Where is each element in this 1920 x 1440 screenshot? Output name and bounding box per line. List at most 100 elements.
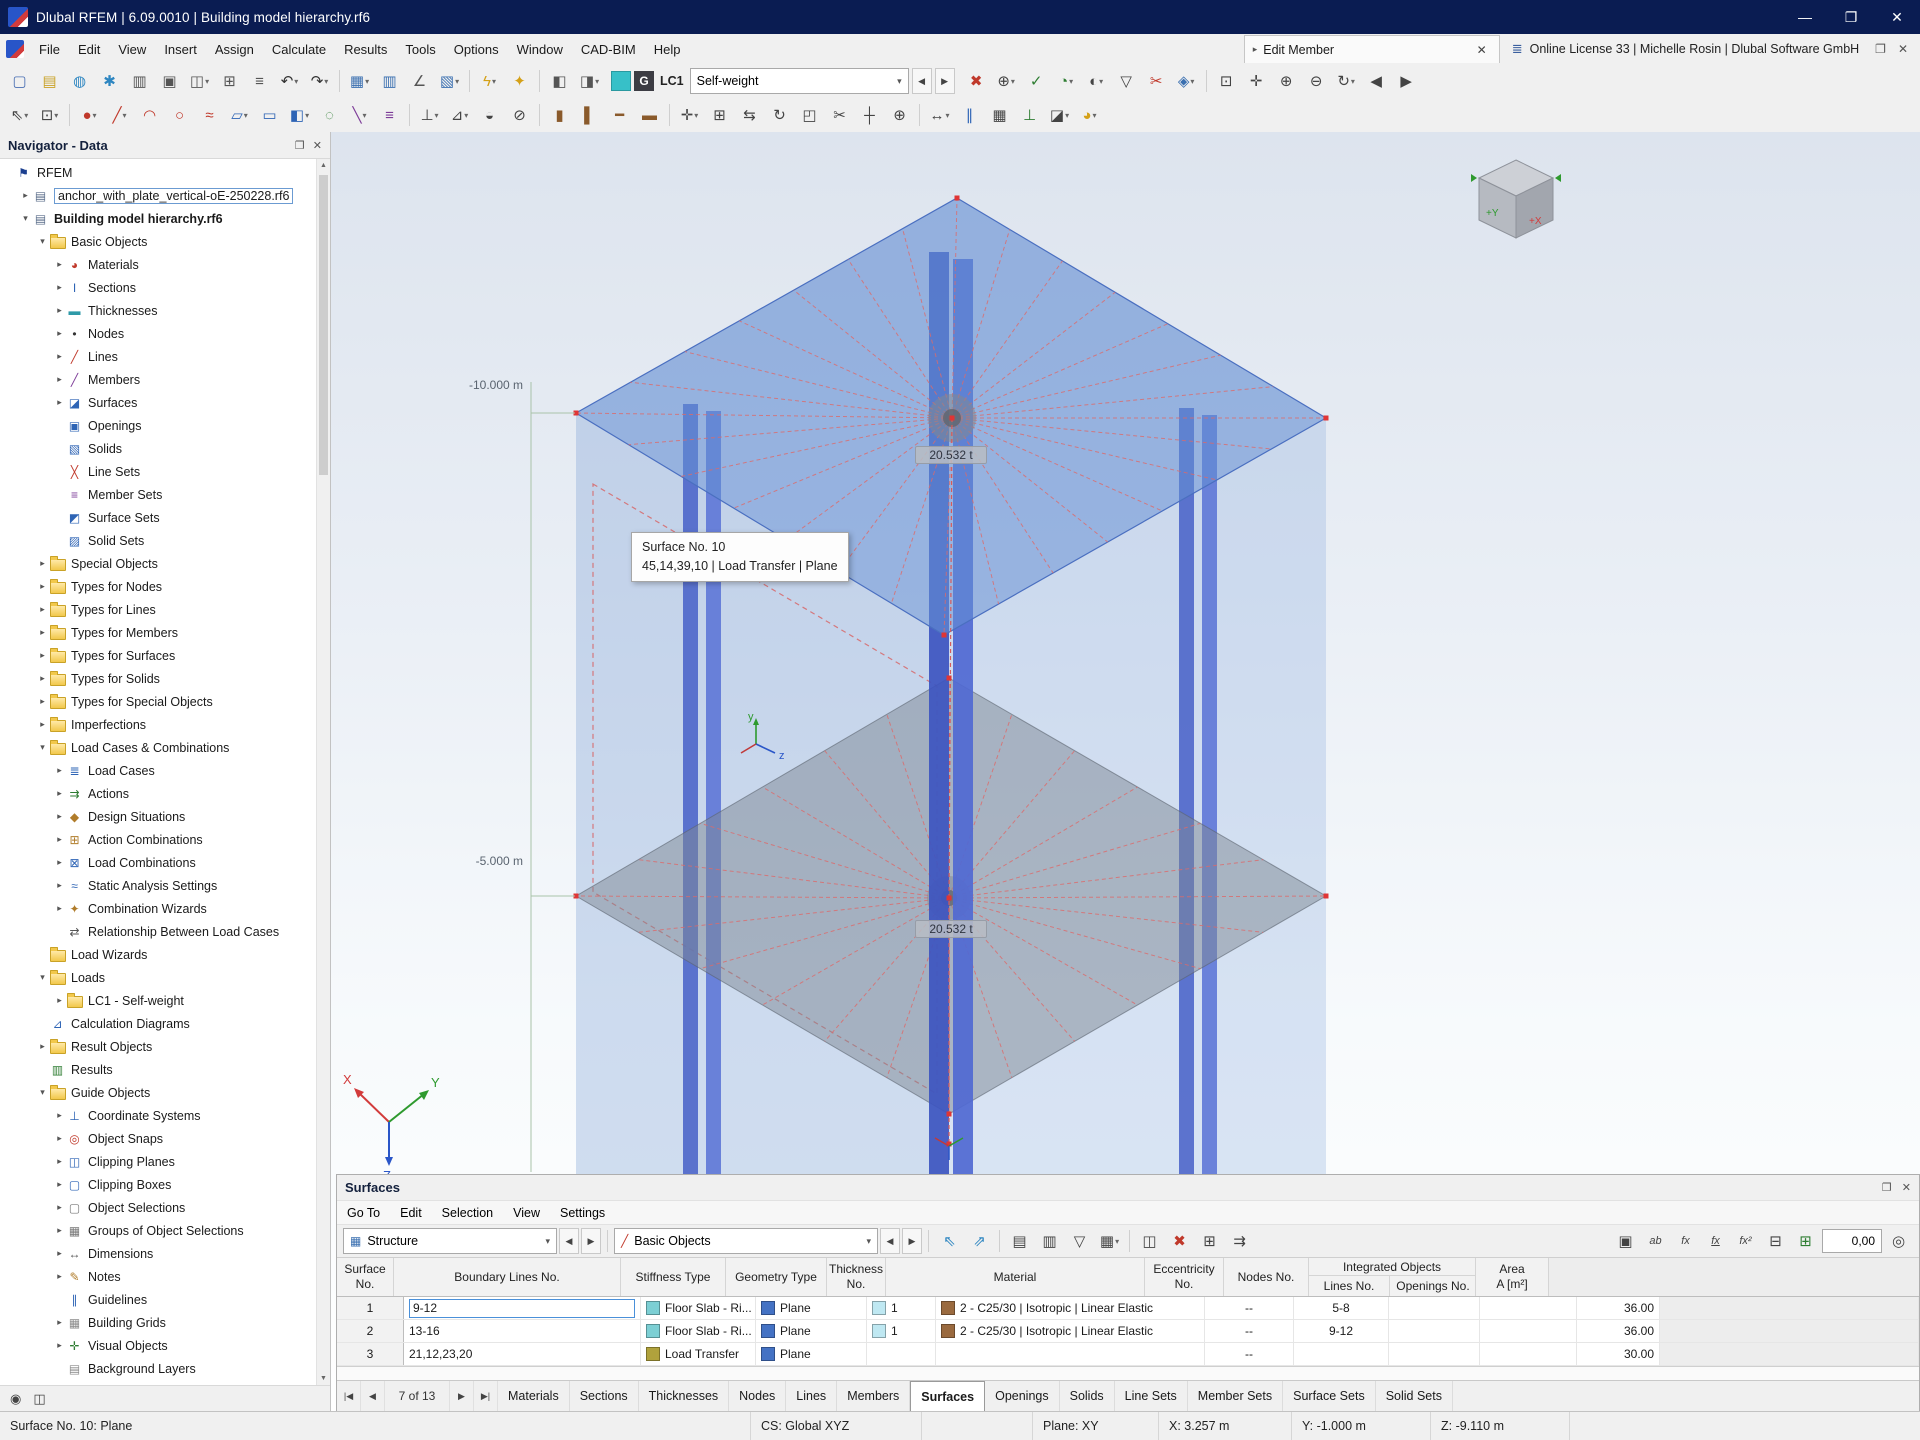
navigation-cube[interactable]: +Y +X [1471,160,1561,238]
select-special-icon[interactable]: ⊡▾ [35,102,64,128]
mirror-icon[interactable]: ⇆ [735,102,764,128]
minimize-button[interactable]: — [1782,0,1828,34]
menu-options[interactable]: Options [445,34,508,64]
cell-thickness-no[interactable] [867,1343,936,1365]
menu-window[interactable]: Window [508,34,572,64]
collapse-arrow-icon[interactable]: ▾ [36,972,49,983]
scroll-up-icon[interactable]: ▲ [317,159,330,172]
find-object-icon[interactable]: ◎ [1884,1228,1913,1254]
float-table-icon[interactable]: ❐ [1882,1181,1892,1194]
expand-arrow-icon[interactable]: ▸ [53,880,66,891]
tree-item-object-selections[interactable]: ▸▢Object Selections [0,1196,330,1219]
fx-edit-icon[interactable]: fx [1701,1228,1730,1254]
tree-item-groups-of-object-selections[interactable]: ▸▦Groups of Object Selections [0,1219,330,1242]
menu-cad-bim[interactable]: CAD-BIM [572,34,645,64]
expand-arrow-icon[interactable]: ▸ [53,1156,66,1167]
boundary-lines-editor[interactable]: 9-12 [409,1299,635,1318]
open-model-icon[interactable]: ▤ [35,68,64,94]
grid-icon[interactable]: ▦ [985,102,1014,128]
expand-arrow-icon[interactable]: ▸ [19,190,32,201]
clipping-scissors-icon[interactable]: ✂ [1142,68,1171,94]
new-wall-icon[interactable]: ▮ [545,102,574,128]
close-navigator-icon[interactable]: ✕ [313,139,322,152]
tree-item-results[interactable]: ▥Results [0,1058,330,1081]
guideline-icon[interactable]: ∥ [955,102,984,128]
expand-arrow-icon[interactable]: ▸ [53,282,66,293]
table-grid-icon[interactable]: ⊟ [1761,1228,1790,1254]
col-openings-no[interactable]: Openings No. [1390,1276,1476,1296]
new-spline-icon[interactable]: ≈ [195,102,224,128]
next-record-icon[interactable]: ▶ [450,1381,474,1411]
split-window-icon[interactable]: ◧ [545,68,574,94]
expand-arrow-icon[interactable]: ▸ [53,259,66,270]
line-support-icon[interactable]: ⊿▾ [445,102,474,128]
tree-item-combination-wizards[interactable]: ▸✦Combination Wizards [0,897,330,920]
clipboard-icon[interactable]: ⊞ [215,68,244,94]
table-menu-selection[interactable]: Selection [432,1201,503,1224]
next-view-icon[interactable]: ▶ [1392,68,1421,94]
expand-arrow-icon[interactable]: ▸ [53,811,66,822]
cell-stiffness-type[interactable]: Load Transfer [641,1343,756,1365]
tree-item-types-for-special-objects[interactable]: ▸Types for Special Objects [0,690,330,713]
rotate-view-icon[interactable]: ↻▾ [1332,68,1361,94]
last-record-icon[interactable]: ▶| [474,1381,498,1411]
tree-item-types-for-nodes[interactable]: ▸Types for Nodes [0,575,330,598]
save-icon[interactable]: ▣ [155,68,184,94]
expand-arrow-icon[interactable]: ▸ [53,995,66,1006]
expand-arrow-icon[interactable]: ▸ [53,1202,66,1213]
pan-icon[interactable]: ✛ [1242,68,1271,94]
menu-calculate[interactable]: Calculate [263,34,335,64]
menu-view[interactable]: View [109,34,155,64]
table-filter-icon[interactable]: ▽ [1065,1228,1094,1254]
next-load-case-button[interactable]: ▶ [935,68,955,94]
cell-lines-no[interactable] [1389,1297,1480,1319]
cell-boundary-lines[interactable]: 21,12,23,20 [404,1343,641,1365]
new-line-icon[interactable]: ╱▾ [105,102,134,128]
previous-table-button[interactable]: ◀ [559,1228,579,1254]
cell-thickness-no[interactable]: 1 [867,1320,936,1342]
tree-item-notes[interactable]: ▸✎Notes [0,1265,330,1288]
cell-nodes-no[interactable] [1294,1343,1389,1365]
new-circle-icon[interactable]: ○ [165,102,194,128]
expand-arrow-icon[interactable]: ▸ [53,1179,66,1190]
previous-view-icon[interactable]: ◀ [1362,68,1391,94]
scrollbar-thumb[interactable] [319,175,328,475]
cell-thickness-no[interactable]: 1 [867,1297,936,1319]
rotate-icon[interactable]: ↻ [765,102,794,128]
tab-surfaces[interactable]: Surfaces [910,1381,985,1412]
tree-item-load-cases[interactable]: ▸≣Load Cases [0,759,330,782]
display-toggle-icon[interactable]: ▣ [1611,1228,1640,1254]
float-panel-icon[interactable]: ❐ [295,139,305,152]
surface-row-2[interactable]: 213-16Floor Slab - Ri...Plane12 - C25/30… [337,1320,1919,1343]
tree-item-load-combinations[interactable]: ▸⊠Load Combinations [0,851,330,874]
tree-item-load-wizards[interactable]: Load Wizards [0,943,330,966]
tree-item-types-for-surfaces[interactable]: ▸Types for Surfaces [0,644,330,667]
tree-item-design-situations[interactable]: ▸◆Design Situations [0,805,330,828]
cell-eccentricity[interactable]: -- [1205,1343,1294,1365]
fx-formula-icon[interactable]: fx [1671,1228,1700,1254]
tab-sections[interactable]: Sections [570,1381,639,1411]
cell-boundary-lines[interactable]: 9-12 [404,1297,641,1319]
tree-item-building-model-hierarchy-rf6[interactable]: ▾▤Building model hierarchy.rf6 [0,207,330,230]
new-surface-icon[interactable]: ▱▾ [225,102,254,128]
new-floor-icon[interactable]: ▬ [635,102,664,128]
menu-results[interactable]: Results [335,34,396,64]
new-member-set-icon[interactable]: ≡ [375,102,404,128]
jump-to-icon[interactable]: ⇉ [1225,1228,1254,1254]
tree-item-visual-objects[interactable]: ▸✛Visual Objects [0,1334,330,1357]
new-member-icon[interactable]: ╲▾ [345,102,374,128]
insert-row-icon[interactable]: ⊞ [1195,1228,1224,1254]
collapse-arrow-icon[interactable]: ▾ [19,213,32,224]
printout-report-icon[interactable]: ▥ [125,68,154,94]
scroll-down-icon[interactable]: ▼ [317,1372,330,1385]
work-plane-icon[interactable]: ∠ [405,68,434,94]
visibility-icon[interactable]: ◐▾ [1082,68,1111,94]
delete-row-icon[interactable]: ✖ [1165,1228,1194,1254]
expand-arrow-icon[interactable]: ▸ [53,1110,66,1121]
cell-material[interactable]: 2 - C25/30 | Isotropic | Linear Elastic [936,1320,1205,1342]
cell-stiffness-type[interactable]: Floor Slab - Ri... [641,1297,756,1319]
collapse-arrow-icon[interactable]: ▾ [36,236,49,247]
status-coordinate-system[interactable]: CS: Global XYZ [751,1412,922,1440]
zoom-fit-icon[interactable]: ⊡ [1212,68,1241,94]
load-type-icon[interactable] [611,71,631,91]
